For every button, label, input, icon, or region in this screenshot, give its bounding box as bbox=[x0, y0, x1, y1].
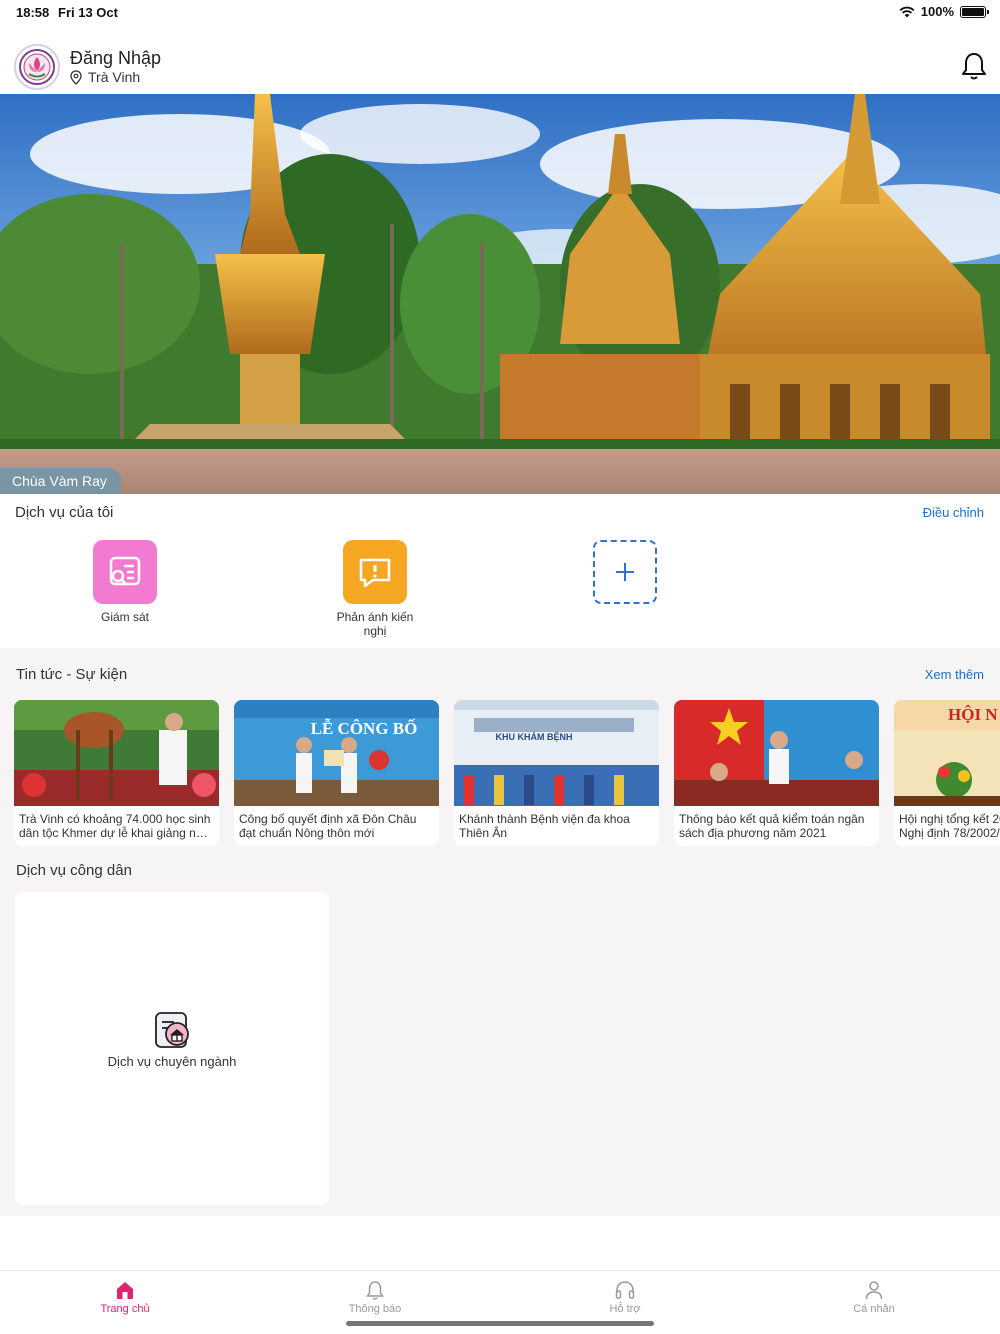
lotus-logo-icon bbox=[19, 49, 55, 85]
tab-label: Cá nhân bbox=[853, 1303, 895, 1315]
province-logo[interactable] bbox=[14, 44, 60, 90]
monitoring-tile bbox=[93, 540, 157, 604]
news-card[interactable]: KHU KHÁM BỆNH Khánh thành Bệnh viện đa k… bbox=[454, 700, 659, 846]
tab-notifications[interactable]: Thông báo bbox=[315, 1279, 435, 1315]
news-card-title: Hội nghị tổng kết 20 năm thực hiện Nghị … bbox=[899, 812, 1000, 840]
person-icon bbox=[865, 1281, 883, 1300]
status-time: 18:58 bbox=[16, 5, 50, 20]
service-label: Phản ánh kiến nghị bbox=[336, 610, 414, 638]
monitoring-icon bbox=[109, 556, 141, 586]
feedback-tile bbox=[343, 540, 407, 604]
news-image: HỘI N bbox=[894, 700, 1000, 806]
feedback-icon bbox=[359, 558, 391, 588]
service-monitoring[interactable]: Giám sát bbox=[65, 540, 185, 624]
wifi-icon bbox=[899, 6, 915, 17]
status-indicators: 100% bbox=[899, 4, 989, 19]
news-image bbox=[674, 700, 879, 806]
edit-services-link[interactable]: Điều chỉnh bbox=[923, 505, 984, 520]
news-card-title: Công bố quyết định xã Đôn Châu đạt chuẩn… bbox=[239, 812, 417, 840]
add-service-tile bbox=[593, 540, 657, 604]
add-service-button[interactable] bbox=[565, 540, 685, 604]
bell-icon bbox=[962, 53, 986, 80]
news-image-text: KHU KHÁM BỆNH bbox=[496, 731, 573, 742]
citizen-services-title: Dịch vụ công dân bbox=[16, 862, 132, 879]
news-title: Tin tức - Sự kiện bbox=[16, 666, 128, 683]
specialized-service-icon bbox=[155, 1012, 189, 1048]
pagoda-photo bbox=[0, 94, 1000, 494]
news-image-text: LỄ CÔNG BỐ bbox=[311, 718, 418, 738]
citizen-service-label: Dịch vụ chuyên ngành bbox=[107, 1054, 237, 1069]
citizen-service-specialized[interactable]: Dịch vụ chuyên ngành bbox=[15, 892, 329, 1205]
tab-profile[interactable]: Cá nhân bbox=[814, 1279, 934, 1315]
banner-caption: Chùa Vàm Ray bbox=[0, 468, 121, 494]
tab-label: Hỗ trợ bbox=[609, 1303, 641, 1315]
news-image-text: HỘI N bbox=[948, 705, 998, 724]
news-card[interactable]: HỘI N Hội nghị tổng kết 20 năm thực hiện… bbox=[894, 700, 1000, 846]
home-indicator[interactable] bbox=[346, 1321, 654, 1326]
notification-button[interactable] bbox=[960, 50, 988, 82]
battery-icon bbox=[960, 5, 989, 18]
location-pin-icon bbox=[70, 69, 82, 85]
headset-icon bbox=[615, 1281, 635, 1299]
location-selector[interactable]: Trà Vinh bbox=[70, 69, 140, 85]
tab-label: Trang chủ bbox=[100, 1303, 150, 1315]
status-date: Fri 13 Oct bbox=[58, 5, 118, 20]
tab-support[interactable]: Hỗ trợ bbox=[565, 1279, 685, 1315]
news-card-title: Trà Vinh có khoảng 74.000 học sinh dân t… bbox=[19, 812, 213, 840]
battery-percent: 100% bbox=[920, 4, 954, 19]
home-icon bbox=[117, 1282, 133, 1299]
tab-label: Thông báo bbox=[348, 1303, 402, 1315]
news-card-title: Thông báo kết quả kiểm toán ngân sách đị… bbox=[679, 812, 865, 840]
login-title[interactable]: Đăng Nhập bbox=[70, 48, 161, 69]
status-bar: 18:58 Fri 13 Oct 100% bbox=[0, 0, 1000, 24]
location-name: Trà Vinh bbox=[88, 69, 141, 85]
hero-banner[interactable]: Chùa Vàm Ray bbox=[0, 94, 1000, 494]
app-header: Đăng Nhập Trà Vinh bbox=[0, 38, 1000, 94]
service-label: Giám sát bbox=[100, 610, 149, 624]
battery-fill bbox=[962, 7, 984, 16]
news-image: LỄ CÔNG BỐ bbox=[234, 700, 439, 806]
news-card[interactable]: Trà Vinh có khoảng 74.000 học sinh dân t… bbox=[14, 700, 219, 846]
my-services-title: Dịch vụ của tôi bbox=[15, 504, 114, 521]
tab-home[interactable]: Trang chủ bbox=[65, 1279, 185, 1315]
news-image: KHU KHÁM BỆNH bbox=[454, 700, 659, 806]
news-card-title: Khánh thành Bệnh viện đa khoa Thiên Ân bbox=[459, 812, 630, 840]
bell-icon bbox=[366, 1281, 384, 1300]
news-card[interactable]: Thông báo kết quả kiểm toán ngân sách đị… bbox=[674, 700, 879, 846]
service-feedback[interactable]: Phản ánh kiến nghị bbox=[315, 540, 435, 638]
see-more-news-link[interactable]: Xem thêm bbox=[925, 667, 984, 682]
news-carousel[interactable]: Trà Vinh có khoảng 74.000 học sinh dân t… bbox=[14, 700, 1000, 848]
news-card[interactable]: LỄ CÔNG BỐ Công bố quyết định xã Đôn Châ… bbox=[234, 700, 439, 846]
news-image bbox=[14, 700, 219, 806]
plus-icon bbox=[616, 563, 634, 581]
